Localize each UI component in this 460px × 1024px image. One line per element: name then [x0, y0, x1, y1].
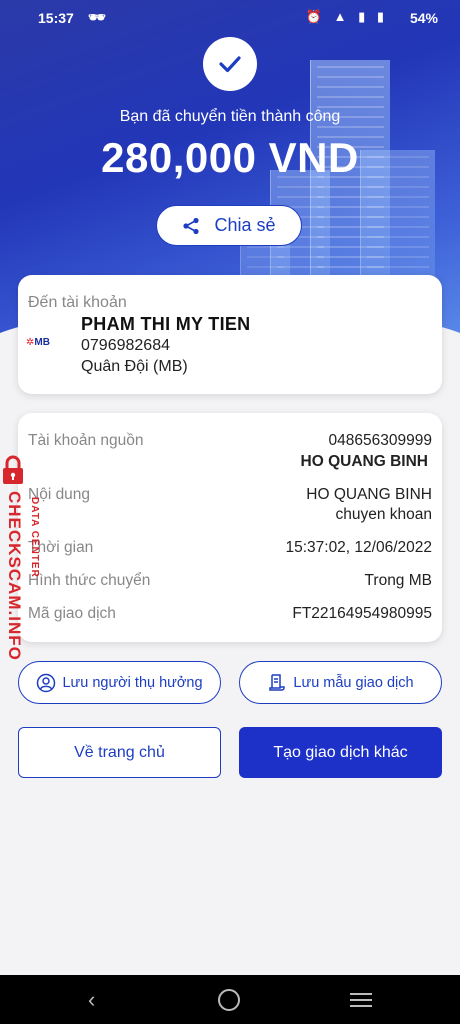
share-label: Chia sẻ: [214, 215, 276, 235]
source-account-number: 048656309999: [328, 432, 432, 449]
source-account-name: HO QUANG BINH: [300, 453, 428, 470]
recipient-bank: Quân Đội (MB): [81, 358, 188, 375]
new-transaction-button[interactable]: Tạo giao dịch khác: [239, 727, 442, 778]
watermark-tag: DATA CENTER: [29, 497, 40, 578]
user-circle-icon: [37, 673, 56, 692]
method-value: Trong MB: [364, 572, 432, 589]
bank-logo: ✲MB: [26, 337, 50, 348]
transaction-id-value: FT22164954980995: [292, 605, 432, 622]
home-button[interactable]: Về trang chủ: [18, 727, 221, 778]
transaction-details-card: Tài khoản nguồn 048656309999 HO QUANG BI…: [18, 413, 442, 642]
success-message: Bạn đã chuyển tiền thành công: [119, 108, 341, 125]
checkscam-watermark: CHECKSCAM.INFO DATA CENTER: [2, 455, 50, 675]
recents-nav-icon[interactable]: [350, 993, 372, 1007]
success-check-icon: [203, 37, 257, 91]
system-nav-bar: ‹: [0, 975, 460, 1024]
recipient-card: Đến tài khoản ✲MB PHAM THI MY TIEN 07969…: [18, 275, 442, 394]
save-template-button[interactable]: Lưu mẫu giao dịch: [239, 661, 442, 704]
share-icon: [183, 217, 200, 234]
watermark-site: CHECKSCAM.INFO: [5, 491, 24, 661]
source-account-label: Tài khoản nguồn: [28, 432, 144, 449]
bank-logo-text: MB: [34, 337, 50, 348]
recipient-section-label: Đến tài khoản: [28, 294, 127, 311]
content-line-2: chuyen khoan: [335, 506, 432, 523]
time-value: 15:37:02, 12/06/2022: [285, 539, 432, 556]
content-line-1: HO QUANG BINH: [306, 486, 432, 503]
share-button[interactable]: Chia sẻ: [156, 205, 302, 246]
battery-level: 54%: [409, 10, 438, 26]
incognito-icon: 🕶: [88, 9, 106, 25]
lock-icon: [3, 455, 23, 484]
recipient-account: 0796982684: [81, 337, 170, 354]
home-nav-icon[interactable]: [218, 989, 240, 1011]
save-template-label: Lưu mẫu giao dịch: [293, 674, 414, 691]
recipient-name: PHAM THI MY TIEN: [81, 314, 251, 334]
transfer-amount: 280,000 VND: [101, 134, 359, 181]
status-bar: 15:37 🕶 ⏰ ▲ ▮ ▮ 54%: [0, 0, 460, 38]
save-payee-label: Lưu người thụ hưởng: [62, 674, 203, 691]
back-nav-icon[interactable]: ‹: [88, 987, 95, 1013]
status-time: 15:37: [38, 10, 74, 26]
status-icons: ⏰ ▲ ▮ ▮: [305, 9, 388, 24]
document-icon: [269, 673, 286, 691]
